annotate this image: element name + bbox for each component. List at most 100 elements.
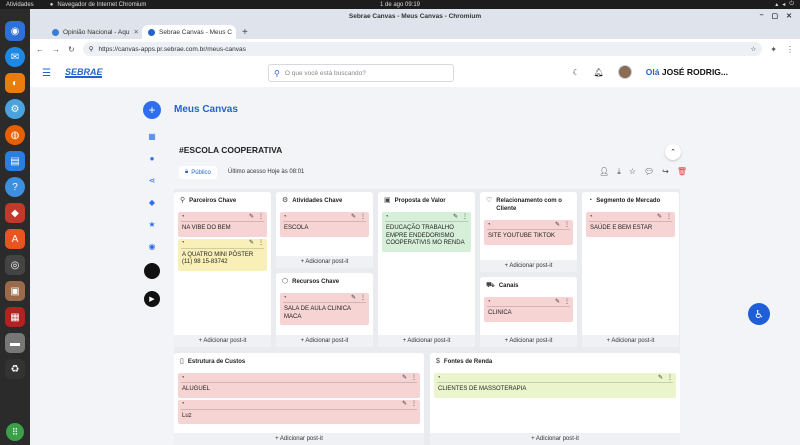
apple-store-icon[interactable] <box>144 263 160 279</box>
more-icon[interactable]: ⋮ <box>462 214 468 222</box>
activities-button[interactable]: Atividades <box>6 2 34 8</box>
edit-icon[interactable]: ✎ <box>249 214 254 222</box>
user-icon[interactable]: ● <box>147 153 157 163</box>
software-icon[interactable]: A <box>5 229 25 249</box>
add-post-it-button[interactable]: + Adicionar post-it <box>378 335 475 347</box>
dashboard-icon[interactable]: ▦ <box>147 131 157 141</box>
more-icon[interactable]: ⋮ <box>360 214 366 222</box>
edit-icon[interactable]: ✎ <box>351 214 356 222</box>
apps-grid-icon[interactable]: ⠿ <box>6 423 24 441</box>
maximize-icon[interactable]: ▢ <box>772 12 779 20</box>
more-icon[interactable]: ⋮ <box>360 295 366 303</box>
delete-icon[interactable]: 🗑︎ <box>677 167 687 177</box>
more-icon[interactable]: ⋮ <box>411 401 417 409</box>
comment-icon[interactable]: 💬︎ <box>644 167 654 177</box>
edit-icon[interactable]: ✎ <box>249 240 254 248</box>
trash-icon[interactable]: ♻ <box>5 359 25 379</box>
google-play-icon[interactable]: ▶ <box>144 291 160 307</box>
extensions-icon[interactable]: ✦ <box>770 45 777 54</box>
post-it[interactable]: ◔ ✎ ⋮ ESCOLA <box>280 212 369 237</box>
new-tab-button[interactable]: + <box>238 25 252 39</box>
search-input[interactable]: ⚲ O que você está buscando? <box>268 64 454 82</box>
download-icon[interactable]: ⤓ <box>617 167 621 177</box>
close-icon[interactable]: ✕ <box>786 12 792 20</box>
post-it[interactable]: ◔ ✎ ⋮ CLINICA <box>484 297 573 322</box>
edit-icon[interactable]: ✎ <box>351 295 356 303</box>
palette-icon[interactable]: ◔ <box>181 214 185 222</box>
palette-icon[interactable]: ◔ <box>283 295 287 303</box>
more-icon[interactable]: ⋮ <box>258 214 264 222</box>
add-post-it-button[interactable]: + Adicionar post-it <box>174 433 424 445</box>
sebrae-logo[interactable]: SEBRAE <box>64 68 103 78</box>
post-it[interactable]: ◔ ✎ ⋮ SALA DE AULA CLINICA MACA <box>280 293 369 325</box>
edit-icon[interactable]: ✎ <box>555 222 560 230</box>
thunderbird-icon[interactable]: ✉ <box>5 47 25 67</box>
writer-icon[interactable]: ▤ <box>5 151 25 171</box>
chat-icon[interactable]: ◉ <box>147 241 157 251</box>
more-icon[interactable]: ⋮ <box>666 214 672 222</box>
hamburger-menu-icon[interactable]: ☰ <box>42 68 51 79</box>
post-it[interactable]: ◔ ✎ ⋮ ALUGUEL <box>178 373 420 398</box>
app-center-icon[interactable]: ◆ <box>5 203 25 223</box>
site-info-icon[interactable]: ⚲ <box>89 45 94 53</box>
add-post-it-button[interactable]: + Adicionar post-it <box>480 335 577 347</box>
post-it[interactable]: ◔ ✎ ⋮ EDUCAÇÃO TRABALHO EMPRE ENDEDORISMO C… <box>382 212 471 252</box>
collapse-chevron-up-icon[interactable]: ⌃ <box>665 144 681 160</box>
more-icon[interactable]: ⋮ <box>258 240 264 248</box>
more-icon[interactable]: ⋮ <box>411 375 417 383</box>
minimize-icon[interactable]: – <box>760 12 764 20</box>
add-canvas-button[interactable]: + <box>143 101 161 119</box>
palette-icon[interactable]: ◔ <box>487 299 491 307</box>
palette-icon[interactable]: ◔ <box>487 222 491 230</box>
edit-icon[interactable]: ✎ <box>402 375 407 383</box>
tab-close-icon[interactable]: ✕ <box>134 28 139 36</box>
post-it[interactable]: ◔ ✎ ⋮ SAÚDE E BEM ESTAR <box>586 212 675 237</box>
diamond-icon[interactable]: ◆ <box>147 197 157 207</box>
post-it[interactable]: ◔ ✎ ⋮ CLIENTES DE MASSOTERAPIA <box>434 373 676 398</box>
terminal-icon[interactable]: ▦ <box>5 307 25 327</box>
tab-sebrae-canvas[interactable]: Sebrae Canvas - Meus C✕ <box>142 25 236 39</box>
edit-icon[interactable]: ✎ <box>555 299 560 307</box>
menu-dots-icon[interactable]: ⋮ <box>786 45 794 54</box>
post-it[interactable]: ◔ ✎ ⋮ SITE YOUTUBE TIKTOK <box>484 220 573 245</box>
palette-icon[interactable]: ◔ <box>181 401 185 409</box>
more-icon[interactable]: ⋮ <box>564 222 570 230</box>
palette-icon[interactable]: ◔ <box>283 214 287 222</box>
edit-icon[interactable]: ✎ <box>658 375 663 383</box>
post-it[interactable]: ◔ ✎ ⋮ Luz <box>178 399 420 424</box>
add-post-it-button[interactable]: + Adicionar post-it <box>582 335 679 347</box>
address-bar[interactable]: ⚲ https://canvas-apps.pr.sebrae.com.br/m… <box>82 42 763 56</box>
bookmark-star-icon[interactable]: ☆ <box>750 45 756 53</box>
palette-icon[interactable]: ◔ <box>181 240 185 248</box>
help-icon[interactable]: ? <box>5 177 25 197</box>
back-icon[interactable]: ← <box>36 45 44 54</box>
palette-icon[interactable]: ◔ <box>181 375 185 383</box>
more-icon[interactable]: ⋮ <box>564 299 570 307</box>
avatar[interactable] <box>617 65 632 79</box>
photo-app-icon[interactable]: ▣ <box>5 281 25 301</box>
clock[interactable]: 1 de ago 09:19 <box>380 2 420 8</box>
add-post-it-button[interactable]: + Adicionar post-it <box>480 260 577 272</box>
chromium-icon[interactable]: ◉ <box>5 21 25 41</box>
settings-icon[interactable]: ⚙ <box>5 99 25 119</box>
add-post-it-button[interactable]: + Adicionar post-it <box>276 335 373 347</box>
system-tray[interactable]: ▴ ◂ ⏻ <box>775 1 794 8</box>
star-icon[interactable]: ★ <box>147 219 157 229</box>
add-post-it-button[interactable]: + Adicionar post-it <box>430 433 680 445</box>
add-post-it-button[interactable]: + Adicionar post-it <box>174 335 271 347</box>
post-it[interactable]: ◔ ✎ ⋮ A QUATRO MINI PÔSTER (11) 98 15-83742 <box>178 238 267 271</box>
reload-icon[interactable]: ↻ <box>68 45 75 54</box>
visibility-badge[interactable]: 🔒︎ Público <box>179 166 217 179</box>
blender-icon[interactable]: ◐ <box>5 73 25 93</box>
tab-opiniao[interactable]: Opinião Nacional - Aqu ✕ <box>46 25 140 39</box>
favorite-star-icon[interactable]: ☆ <box>629 167 636 177</box>
notification-bell-icon[interactable]: 🔔︎ <box>594 68 604 77</box>
more-icon[interactable]: ⋮ <box>667 375 673 383</box>
user-greeting[interactable]: Olá JOSÉ RODRIG... <box>646 67 728 77</box>
add-post-it-button[interactable]: + Adicionar post-it <box>276 256 373 268</box>
firefox-icon[interactable]: ◍ <box>5 125 25 145</box>
edit-icon[interactable]: ✎ <box>453 214 458 222</box>
rhythmbox-icon[interactable]: ◎ <box>5 255 25 275</box>
edit-icon[interactable]: ✎ <box>402 401 407 409</box>
share-arrow-icon[interactable]: ↪ <box>662 167 669 177</box>
